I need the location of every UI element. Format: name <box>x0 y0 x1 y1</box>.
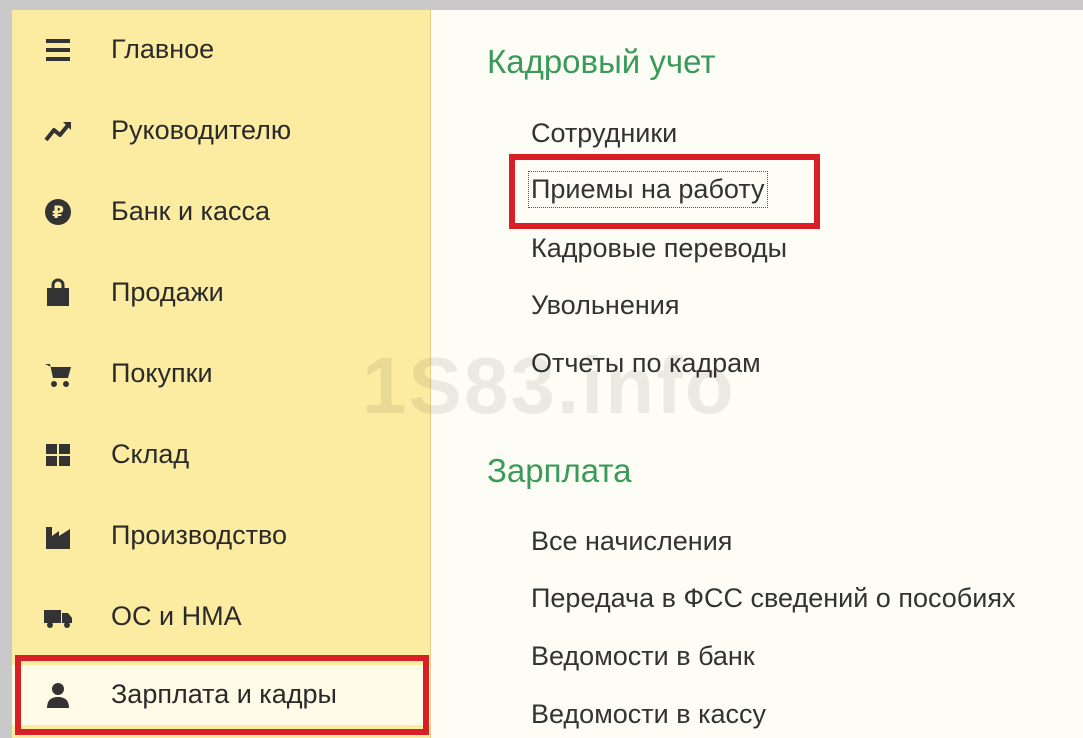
sections-sidebar: Главное Руководителю ₽ Банк и касса Прод… <box>12 10 431 738</box>
link-cash-statements[interactable]: Ведомости в кассу <box>531 699 766 730</box>
link-dismissals[interactable]: Увольнения <box>531 290 679 321</box>
link-transfers[interactable]: Кадровые переводы <box>531 233 787 264</box>
person-icon <box>40 677 76 713</box>
sidebar-item-bank[interactable]: ₽ Банк и касса <box>12 182 430 242</box>
cart-icon <box>40 356 76 392</box>
trend-chart-icon <box>40 113 76 149</box>
sidebar-item-label: Зарплата и кадры <box>111 679 337 709</box>
sidebar-item-label: Руководителю <box>111 115 292 145</box>
sidebar-item-label: Главное <box>111 34 215 64</box>
sidebar-item-salary-hr[interactable]: Зарплата и кадры <box>12 665 430 725</box>
section-title-hr: Кадровый учет <box>487 43 716 80</box>
sidebar-item-label: ОС и НМА <box>111 601 242 631</box>
app-window: Главное Руководителю ₽ Банк и касса Прод… <box>12 10 1083 738</box>
factory-icon <box>40 518 76 554</box>
link-hiring[interactable]: Приемы на работу <box>528 171 768 208</box>
warehouse-grid-icon <box>40 437 76 473</box>
sidebar-item-label: Производство <box>111 520 288 550</box>
sidebar-item-main[interactable]: Главное <box>12 20 430 80</box>
section-panel: Кадровый учет Сотрудники Приемы на работ… <box>431 10 1083 738</box>
link-hr-reports[interactable]: Отчеты по кадрам <box>531 348 761 379</box>
sidebar-item-warehouse[interactable]: Склад <box>12 425 430 485</box>
shopping-bag-icon <box>40 275 76 311</box>
sidebar-item-sales[interactable]: Продажи <box>12 263 430 323</box>
link-bank-statements[interactable]: Ведомости в банк <box>531 641 755 672</box>
link-employees[interactable]: Сотрудники <box>531 118 677 149</box>
sidebar-item-manager[interactable]: Руководителю <box>12 101 430 161</box>
sidebar-item-fixed-assets[interactable]: ОС и НМА <box>12 587 430 647</box>
sidebar-item-label: Покупки <box>111 358 213 388</box>
svg-text:₽: ₽ <box>52 203 64 223</box>
ruble-coin-icon: ₽ <box>40 194 76 230</box>
sidebar-item-purchases[interactable]: Покупки <box>12 344 430 404</box>
sidebar-item-label: Продажи <box>111 277 224 307</box>
sidebar-item-label: Склад <box>111 439 190 469</box>
sidebar-item-production[interactable]: Производство <box>12 506 430 566</box>
section-title-salary: Зарплата <box>487 452 632 489</box>
link-fss-benefits[interactable]: Передача в ФСС сведений о пособиях <box>531 583 1015 614</box>
menu-lines-icon <box>40 32 76 68</box>
truck-icon <box>40 599 76 635</box>
sidebar-item-label: Банк и касса <box>111 196 270 226</box>
link-all-accruals[interactable]: Все начисления <box>531 526 732 557</box>
